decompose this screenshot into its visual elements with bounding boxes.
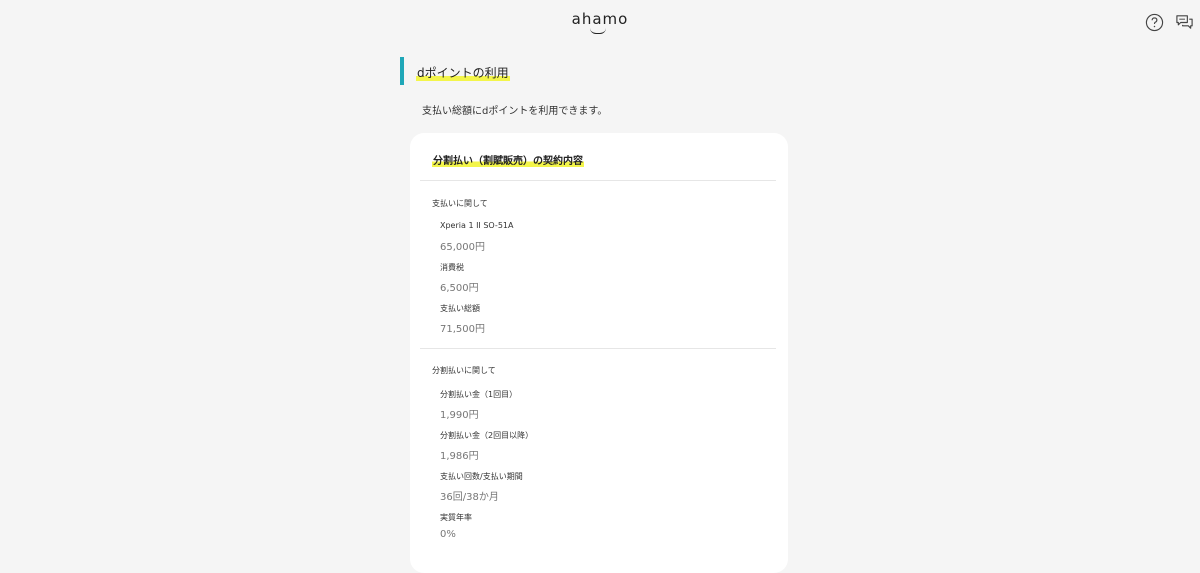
card-title: 分割払い（割賦販売）の契約内容 [432,152,584,167]
section-accent-bar [400,57,404,85]
total-value: 71,500円 [440,324,485,335]
divider [420,180,776,181]
section-header: dポイントの利用 [400,57,780,85]
chat-bubbles-icon[interactable] [1175,13,1194,32]
ahamo-logo[interactable]: ahamo [560,10,640,28]
payment-count-value: 36回/38か月 [440,492,499,503]
logo-smile-mark [590,28,606,34]
annual-rate-value: 0% [440,529,456,540]
contract-card: 分割払い（割賦販売）の契約内容 支払いに関して Xperia 1 II SO-5… [410,133,788,573]
device-name-label: Xperia 1 II SO-51A [440,221,514,230]
later-installment-value: 1,986円 [440,451,479,462]
divider [420,348,776,349]
intro-text: 支払い総額にdポイントを利用できます。 [422,106,608,117]
tax-value: 6,500円 [440,283,479,294]
later-installment-label: 分割払い金（2回目以降） [440,431,534,440]
annual-rate-label: 実質年率 [440,513,472,522]
device-price-value: 65,000円 [440,242,485,253]
first-installment-label: 分割払い金（1回目） [440,390,518,399]
payment-group-label: 支払いに関して [432,199,488,208]
top-header: ahamo [0,0,1200,44]
tax-label: 消費税 [440,263,464,272]
first-installment-value: 1,990円 [440,410,479,421]
total-label: 支払い総額 [440,304,480,313]
payment-count-label: 支払い回数/支払い期間 [440,472,523,481]
section-title: dポイントの利用 [416,64,510,81]
installment-group-label: 分割払いに関して [432,366,496,375]
help-circle-icon[interactable] [1145,13,1164,32]
